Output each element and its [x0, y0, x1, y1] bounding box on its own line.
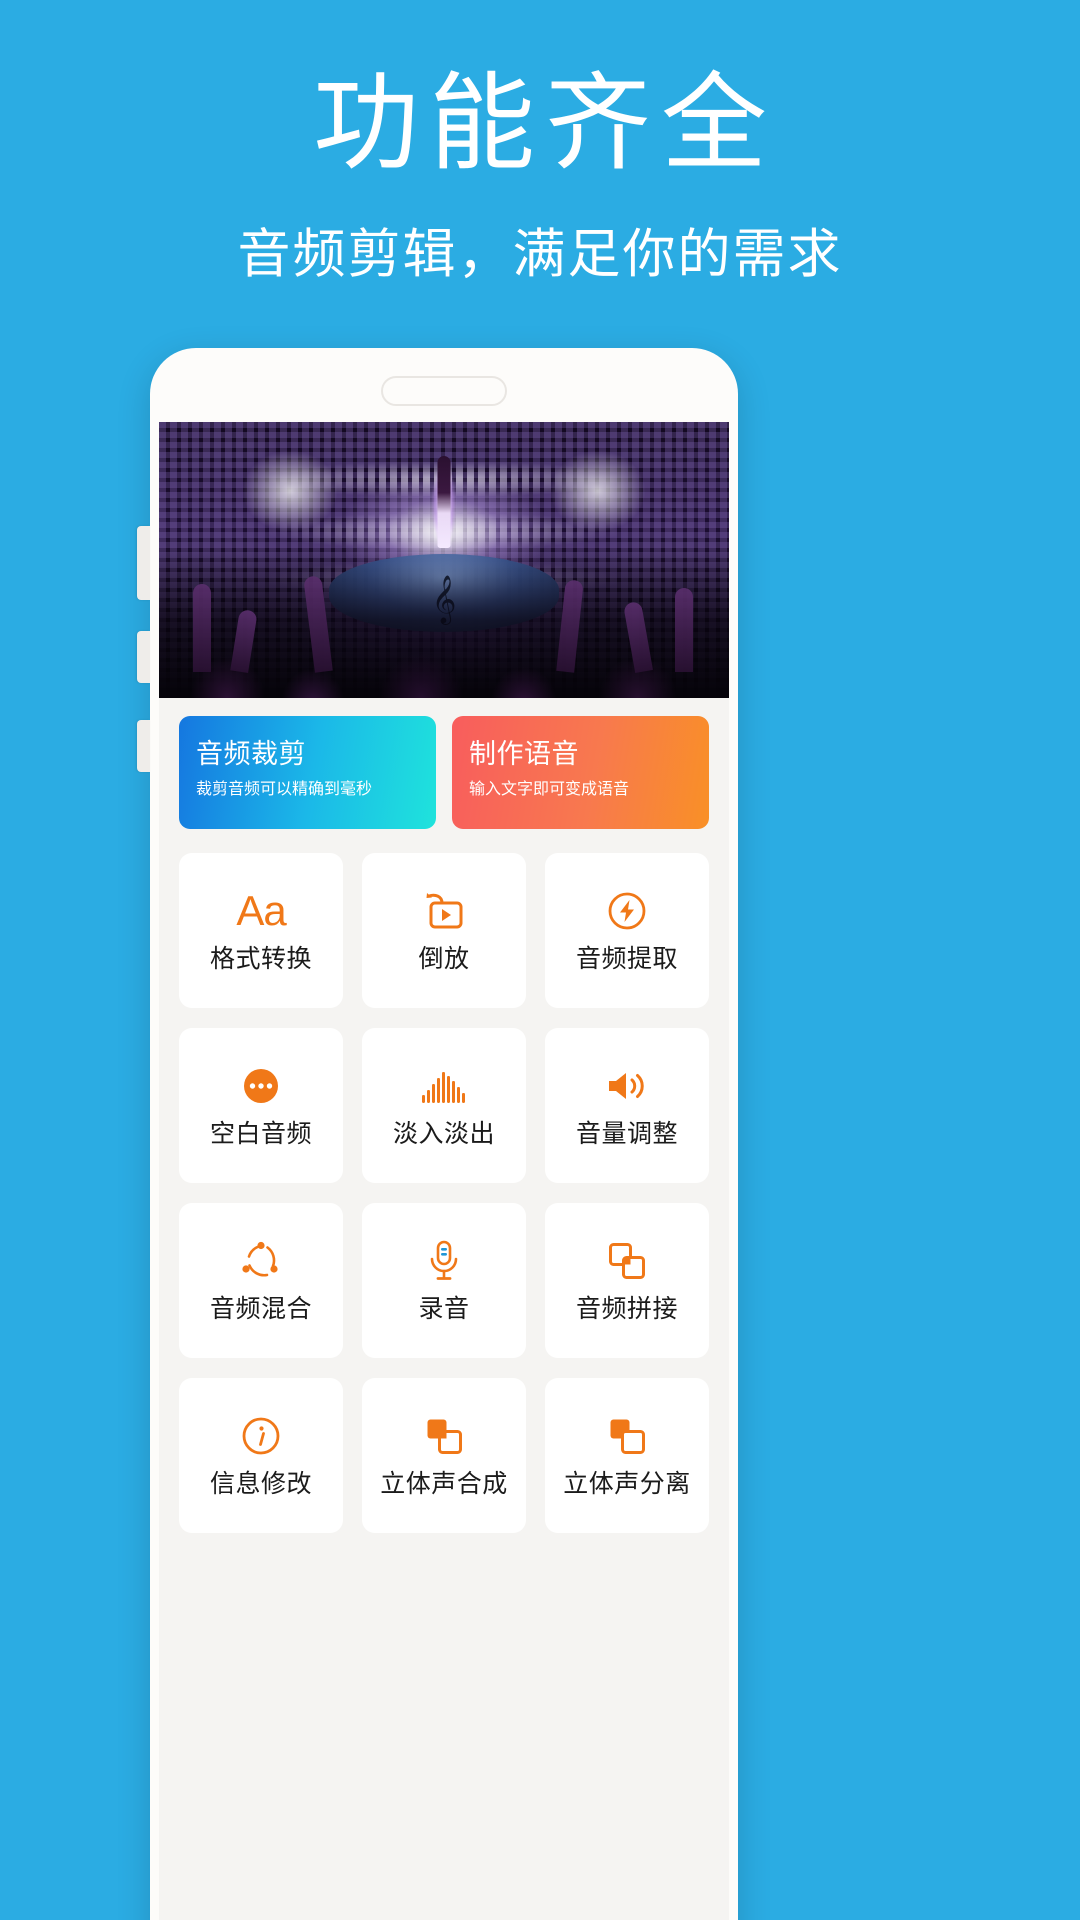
banner-audio-trim[interactable]: 音频裁剪 裁剪音频可以精确到毫秒: [179, 716, 436, 829]
tile-stereo-split[interactable]: 立体声分离: [545, 1378, 709, 1533]
tile-fade-in-out[interactable]: 淡入淡出: [362, 1028, 526, 1183]
feature-banner-row: 音频裁剪 裁剪音频可以精确到毫秒 制作语音 输入文字即可变成语音: [159, 698, 729, 829]
speaker-pill-icon: [381, 376, 507, 406]
phone-power-button[interactable]: [137, 720, 150, 772]
phone-mockup: 𝄞 音频裁剪 裁剪音频可以精确到毫秒 制作语音 输入文字即可变成语音: [137, 348, 738, 1920]
tile-volume-adjust[interactable]: 音量调整: [545, 1028, 709, 1183]
banner-title: 音频裁剪: [196, 739, 306, 769]
phone-volume-up-button[interactable]: [137, 526, 150, 600]
tile-audio-extract[interactable]: 音频提取: [545, 853, 709, 1008]
waveform-bars-icon: [421, 1064, 467, 1108]
tile-format-convert[interactable]: Aa 格式转换: [179, 853, 343, 1008]
tile-audio-mix[interactable]: 音频混合: [179, 1203, 343, 1358]
two-squares-icon: [607, 1239, 647, 1283]
tile-info-edit[interactable]: 信息修改: [179, 1378, 343, 1533]
speaker-volume-icon: [605, 1064, 649, 1108]
tile-label: 音频混合: [209, 1295, 312, 1323]
aa-text-icon: Aa: [236, 887, 286, 934]
info-circle-icon: [241, 1414, 281, 1458]
tile-label: 录音: [418, 1295, 470, 1323]
tile-reverse-play[interactable]: 倒放: [362, 853, 526, 1008]
raised-hand: [675, 588, 693, 672]
tile-label: 音频提取: [575, 945, 678, 973]
hero-image: 𝄞: [159, 422, 729, 698]
share-nodes-circle-icon: [240, 1239, 282, 1283]
tile-label: 格式转换: [209, 945, 312, 973]
raised-hand: [193, 584, 211, 672]
tile-label: 空白音频: [209, 1120, 312, 1148]
banner-title: 制作语音: [469, 739, 579, 769]
tile-label: 倒放: [418, 945, 470, 973]
tile-label: 信息修改: [209, 1470, 312, 1498]
tile-audio-join[interactable]: 音频拼接: [545, 1203, 709, 1358]
phone-screen: 𝄞 音频裁剪 裁剪音频可以精确到毫秒 制作语音 输入文字即可变成语音: [159, 422, 729, 1920]
tile-record[interactable]: 录音: [362, 1203, 526, 1358]
banner-subtitle: 输入文字即可变成语音: [469, 780, 630, 798]
microphone-icon: [427, 1239, 461, 1283]
tile-label: 立体声分离: [563, 1470, 691, 1498]
tool-grid: Aa 格式转换 倒放 音频提取 空白音频 淡入淡出 音量调整 音频混合 录音 音…: [159, 829, 729, 1533]
tile-label: 音量调整: [575, 1120, 678, 1148]
performer-silhouette: [423, 446, 465, 564]
two-squares-filled-icon: [424, 1414, 464, 1458]
tile-blank-audio[interactable]: 空白音频: [179, 1028, 343, 1183]
phone-volume-down-button[interactable]: [137, 631, 150, 683]
banner-text-to-speech[interactable]: 制作语音 输入文字即可变成语音: [452, 716, 709, 829]
two-squares-outline-icon: [607, 1414, 647, 1458]
reverse-play-icon: [422, 889, 466, 933]
banner-subtitle: 裁剪音频可以精确到毫秒: [196, 780, 373, 798]
tile-label: 立体声合成: [380, 1470, 508, 1498]
tile-stereo-merge[interactable]: 立体声合成: [362, 1378, 526, 1533]
ellipsis-circle-icon: [241, 1064, 281, 1108]
lightning-circle-icon: [607, 889, 647, 933]
tile-label: 音频拼接: [575, 1295, 678, 1323]
page-title: 功能齐全: [313, 65, 777, 183]
page-subtitle: 音频剪辑，满足你的需求: [237, 225, 843, 284]
tile-label: 淡入淡出: [392, 1120, 495, 1148]
